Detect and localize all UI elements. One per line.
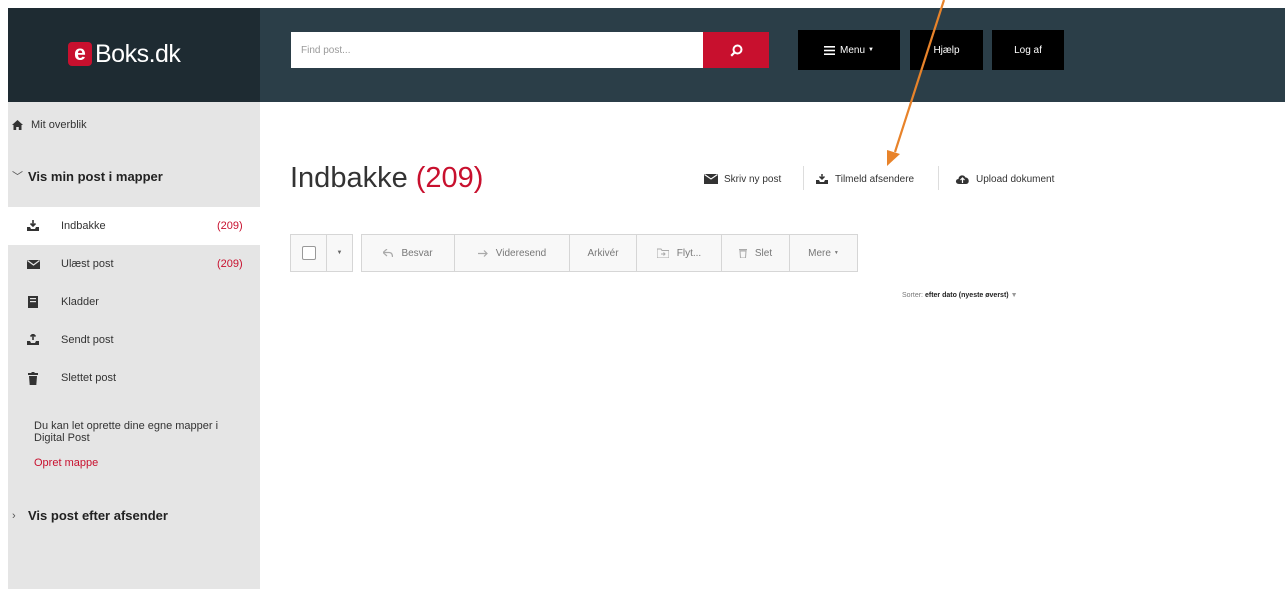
sender-section-label: Vis post efter afsender (28, 508, 168, 523)
upload-document-button[interactable]: Upload dokument (955, 174, 1054, 185)
action-divider (938, 166, 939, 190)
logo-letter: e (68, 42, 92, 66)
logo-area: e Boks.dk (8, 8, 260, 102)
page-title-text: Indbakke (290, 162, 408, 194)
move-button[interactable]: Flyt... (636, 234, 722, 272)
chevron-right-icon: › (12, 509, 16, 522)
search-button[interactable] (703, 32, 769, 68)
sort-selector[interactable]: Sorter: efter dato (nyeste øverst) ▼ (902, 292, 1018, 299)
cloud-upload-icon (955, 174, 970, 184)
delete-button[interactable]: Slet (721, 234, 790, 272)
hamburger-icon (824, 45, 836, 55)
search-icon (729, 44, 742, 57)
top-header: e Boks.dk Menu ▼ Hjælp Log af (8, 8, 1285, 102)
folder-label: Ulæst post (61, 258, 114, 270)
menu-label: Menu (840, 44, 866, 56)
subscribe-icon (815, 173, 829, 185)
sidebar-item-overview[interactable]: Mit overblik (12, 119, 87, 131)
inbox-icon (25, 220, 41, 232)
caret-down-icon: ▼ (336, 250, 343, 256)
overview-label: Mit overblik (31, 119, 87, 131)
outbox-icon (25, 334, 41, 346)
write-new-post-label: Skriv ny post (724, 173, 782, 185)
folder-label: Indbakke (61, 220, 106, 232)
caret-down-icon: ▼ (1010, 292, 1018, 299)
create-folder-info: Du kan let oprette dine egne mapper i Di… (34, 420, 219, 444)
trash-icon (25, 371, 41, 385)
reply-label: Besvar (401, 247, 433, 259)
folder-count: (209) (217, 220, 243, 232)
sidebar-item-sendt-post[interactable]: Sendt post (8, 321, 260, 359)
caret-down-icon: ▼ (833, 250, 839, 256)
help-button[interactable]: Hjælp (910, 30, 983, 70)
logout-button[interactable]: Log af (992, 30, 1064, 70)
message-toolbar: ▼ Besvar Videresend Arkivér Flyt... Slet… (290, 234, 858, 272)
eboks-logo[interactable]: e Boks.dk (68, 39, 181, 68)
search-input[interactable] (291, 32, 703, 68)
page-title-count: (209) (415, 162, 484, 194)
select-dropdown-button[interactable]: ▼ (326, 234, 353, 272)
more-label: Mere (808, 247, 831, 259)
upload-document-label: Upload dokument (976, 173, 1055, 185)
logo-text: Boks.dk (95, 39, 181, 68)
trash-icon (738, 248, 747, 258)
mapper-section-toggle[interactable]: ﹀ Vis min post i mapper (12, 168, 163, 184)
folder-move-icon (656, 248, 669, 258)
subscribe-senders-button[interactable]: Tilmeld afsendere (815, 173, 915, 185)
move-label: Flyt... (676, 247, 702, 259)
draft-icon (25, 296, 41, 308)
select-all-checkbox[interactable] (290, 234, 327, 272)
page-title: Indbakke (209) (290, 162, 483, 195)
sort-value: efter dato (nyeste øverst) (924, 292, 1009, 299)
write-new-post-button[interactable]: Skriv ny post (704, 174, 781, 185)
mapper-section-label: Vis min post i mapper (28, 168, 163, 184)
sidebar-item-ulaest-post[interactable]: Ulæst post (209) (8, 245, 260, 283)
folder-label: Kladder (61, 296, 99, 308)
envelope-icon (25, 259, 41, 269)
subscribe-senders-label: Tilmeld afsendere (835, 173, 915, 185)
compose-icon (704, 174, 718, 184)
reply-button[interactable]: Besvar (361, 234, 455, 272)
folder-count: (209) (217, 258, 243, 270)
checkbox-box (301, 246, 316, 260)
sidebar-item-slettet-post[interactable]: Slettet post (8, 359, 260, 397)
archive-button[interactable]: Arkivér (569, 234, 637, 272)
sender-section-toggle[interactable]: › Vis post efter afsender (12, 508, 168, 523)
folder-label: Sendt post (61, 334, 114, 346)
create-folder-link[interactable]: Opret mappe (34, 457, 98, 469)
forward-button[interactable]: Videresend (454, 234, 570, 272)
sidebar: Mit overblik ﹀ Vis min post i mapper Ind… (8, 102, 260, 589)
action-divider (803, 166, 804, 190)
forward-icon (477, 249, 488, 257)
chevron-down-icon: ﹀ (12, 171, 23, 183)
delete-label: Slet (754, 247, 773, 259)
sort-prefix: Sorter: (902, 292, 924, 299)
forward-label: Videresend (495, 247, 547, 259)
more-button[interactable]: Mere ▼ (789, 234, 858, 272)
sidebar-item-indbakke[interactable]: Indbakke (209) (8, 207, 260, 245)
reply-icon (383, 249, 394, 257)
home-icon (12, 120, 23, 130)
caret-down-icon: ▼ (868, 47, 874, 53)
folder-label: Slettet post (61, 372, 117, 384)
sidebar-item-kladder[interactable]: Kladder (8, 283, 260, 321)
menu-button[interactable]: Menu ▼ (798, 30, 900, 70)
